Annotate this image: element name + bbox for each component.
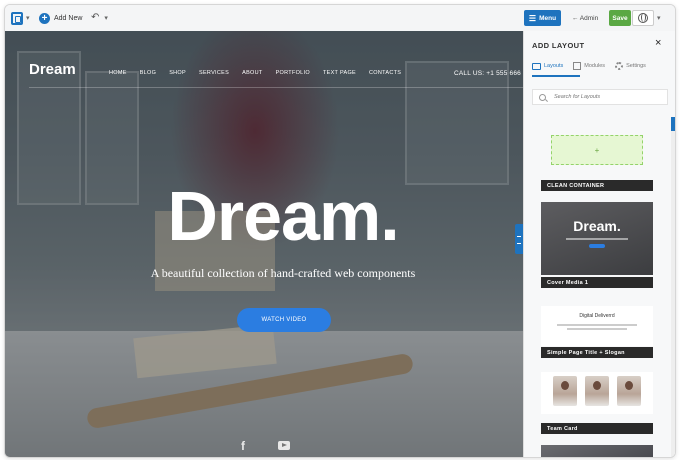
layout-card-label: Simple Page Title + Slogan	[541, 347, 653, 358]
nav-divider	[29, 87, 523, 88]
nav-item-portfolio[interactable]: PORTFOLIO	[276, 70, 310, 76]
nav-item-contacts[interactable]: CONTACTS	[369, 70, 401, 76]
chevron-down-icon: ▾	[26, 15, 30, 22]
facebook-icon[interactable]: f	[241, 439, 245, 453]
modules-icon	[573, 62, 582, 70]
youtube-icon[interactable]	[278, 441, 290, 450]
simple-preview-line	[557, 324, 637, 326]
plus-icon: +	[594, 145, 600, 155]
layout-card-label: CLEAN CONTAINER	[541, 180, 653, 191]
call-us-text: CALL US: +1 555 666	[454, 70, 521, 77]
nav-item-about[interactable]: ABOUT	[242, 70, 262, 76]
panel-toggle-handle[interactable]	[515, 224, 523, 254]
layout-card-team-card[interactable]	[541, 372, 653, 414]
site-nav: HOME BLOG SHOP SERVICES ABOUT PORTFOLIO …	[109, 70, 414, 76]
layout-card-clean-container[interactable]: +	[551, 135, 643, 165]
nav-item-blog[interactable]: BLOG	[140, 70, 156, 76]
nav-item-services[interactable]: SERVICES	[199, 70, 229, 76]
menu-label: Menu	[539, 14, 557, 22]
search-icon	[539, 93, 546, 101]
cover-preview-line	[566, 238, 628, 240]
panel-title: ADD LAYOUT	[532, 41, 585, 50]
admin-button[interactable]: ← Admin	[566, 10, 604, 26]
scrollbar-thumb[interactable]	[671, 117, 675, 131]
scrollbar[interactable]	[671, 117, 675, 457]
hero-subtitle: A beautiful collection of hand-crafted w…	[150, 266, 416, 280]
add-new-button[interactable]: + Add New	[39, 11, 82, 25]
add-new-label: Add New	[54, 14, 83, 22]
simple-preview-line	[567, 328, 627, 330]
layout-card-cover-media[interactable]: Dream.	[541, 202, 653, 275]
hamburger-icon: ☰	[528, 13, 537, 23]
tab-label: Settings	[626, 63, 646, 69]
gear-icon	[615, 62, 624, 70]
tab-modules[interactable]: Modules	[573, 59, 605, 73]
hero-title: Dream.	[167, 177, 399, 255]
builder-toolbar: ▾ + Add New ↶ ▾ ☰ Menu ← Admin Save ▾	[5, 5, 675, 32]
team-member-avatar	[585, 376, 609, 406]
tab-settings[interactable]: Settings	[615, 59, 646, 73]
admin-label: ← Admin	[571, 14, 599, 22]
globe-icon	[638, 13, 648, 23]
builder-window: ▾ + Add New ↶ ▾ ☰ Menu ← Admin Save ▾ Dr…	[4, 4, 676, 458]
team-member-avatar	[553, 376, 577, 406]
layout-card-next[interactable]	[541, 445, 653, 457]
add-layout-panel: ADD LAYOUT × Layouts Modules Settings Se…	[523, 31, 675, 457]
watch-video-button[interactable]: WATCH VIDEO	[237, 308, 331, 332]
language-button[interactable]	[632, 10, 654, 26]
nav-item-home[interactable]: HOME	[109, 70, 127, 76]
nav-item-text-page[interactable]: TEXT PAGE	[323, 70, 356, 76]
team-member-avatar	[617, 376, 641, 406]
active-tab-indicator	[532, 75, 580, 77]
layout-search	[532, 89, 668, 105]
layout-card-simple-page-title[interactable]: Digital Deliverrd	[541, 306, 653, 346]
site-logo[interactable]: Dream	[29, 61, 76, 78]
tab-layouts[interactable]: Layouts	[532, 59, 563, 73]
panel-tabs: Layouts Modules Settings	[532, 59, 668, 73]
nav-item-shop[interactable]: SHOP	[169, 70, 186, 76]
layout-icon	[532, 62, 541, 70]
simple-preview-title: Digital Deliverrd	[579, 313, 615, 319]
menu-button[interactable]: ☰ Menu	[524, 10, 561, 26]
save-button[interactable]: Save	[609, 10, 631, 26]
layout-card-label: Cover Media 1	[541, 277, 653, 288]
cover-preview-title: Dream.	[573, 218, 621, 234]
chevron-down-icon[interactable]: ▾	[657, 14, 661, 22]
save-label: Save	[612, 14, 628, 22]
builder-logo-icon	[11, 11, 23, 25]
undo-button[interactable]: ↶ ▾	[91, 12, 108, 23]
plus-icon: +	[39, 12, 50, 24]
search-input[interactable]	[552, 93, 656, 101]
builder-logo-menu[interactable]: ▾	[11, 10, 35, 26]
chevron-down-icon: ▾	[104, 14, 108, 22]
tab-label: Modules	[584, 63, 606, 69]
tab-label: Layouts	[544, 63, 564, 69]
close-icon[interactable]: ×	[655, 37, 661, 49]
page-preview: Dream HOME BLOG SHOP SERVICES ABOUT PORT…	[5, 31, 523, 457]
layout-card-label: Team Card	[541, 423, 653, 434]
cover-preview-button	[589, 244, 605, 248]
undo-icon: ↶	[91, 12, 100, 23]
